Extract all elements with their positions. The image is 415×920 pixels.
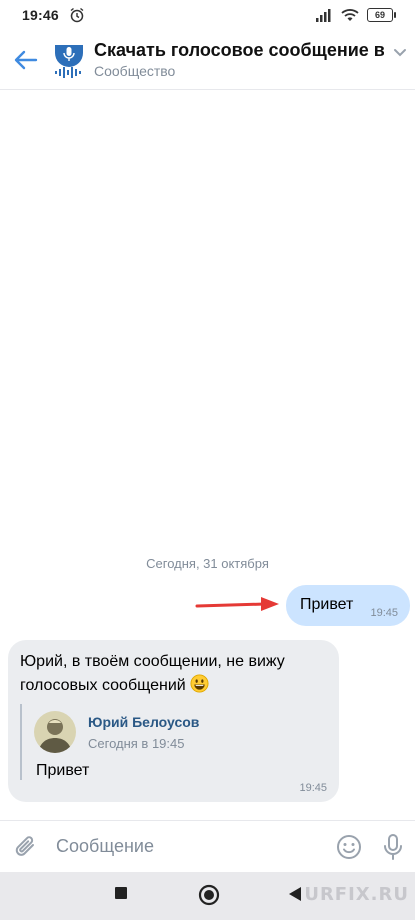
microphone-icon [384, 833, 402, 860]
home-icon[interactable] [198, 884, 220, 906]
outgoing-message[interactable]: Привет 19:45 [286, 585, 410, 626]
system-nav-bar: URFIX.RU [0, 872, 415, 920]
voice-record-button[interactable] [371, 821, 415, 873]
smiley-emoji-icon [190, 674, 209, 693]
incoming-message-body: Юрий, в твоём сообщении, не вижу голосов… [20, 650, 330, 698]
forwarded-author[interactable]: Юрий Белоусов [88, 714, 199, 730]
community-avatar[interactable] [52, 41, 86, 79]
incoming-message[interactable]: Юрий, в твоём сообщении, не вижу голосов… [8, 640, 339, 802]
message-input[interactable] [52, 836, 327, 857]
forwarded-text: Привет [36, 762, 90, 779]
arrow-right-icon [195, 597, 279, 611]
incoming-message-time: 19:45 [299, 782, 327, 794]
paperclip-icon [15, 835, 34, 856]
status-icons: 69 [315, 8, 396, 22]
back-button[interactable] [0, 30, 52, 90]
recent-apps-icon[interactable] [114, 886, 128, 900]
chat-screen: 19:46 69 Скачать голосовое сообщение в..… [0, 0, 415, 920]
header-title-block[interactable]: Скачать голосовое сообщение в... Сообщес… [94, 40, 384, 79]
avatar[interactable] [34, 711, 76, 753]
chat-header: Скачать голосовое сообщение в... Сообщес… [0, 30, 415, 90]
emoji-button[interactable] [327, 821, 371, 873]
message-composer [0, 820, 415, 872]
chat-title: Скачать голосовое сообщение в... [94, 40, 384, 60]
chevron-down-icon[interactable] [393, 48, 407, 58]
alarm-icon [70, 7, 84, 23]
status-time: 19:46 [22, 7, 59, 23]
attach-button[interactable] [0, 821, 52, 873]
forwarded-message[interactable]: Юрий Белоусов Сегодня в 19:45 Привет [20, 704, 320, 780]
outgoing-message-text: Привет [300, 596, 354, 613]
status-bar: 19:46 69 [0, 0, 415, 30]
forwarded-date: Сегодня в 19:45 [88, 736, 185, 751]
wifi-icon [341, 9, 359, 21]
date-separator: Сегодня, 31 октября [146, 556, 269, 571]
watermark: URFIX.RU [304, 884, 409, 905]
back-nav-icon[interactable] [288, 886, 302, 902]
outgoing-message-time: 19:45 [370, 607, 398, 619]
incoming-message-text: Юрий, в твоём сообщении, не вижу голосов… [20, 653, 285, 694]
chat-subtitle: Сообщество [94, 63, 176, 79]
signal-icon [316, 9, 331, 22]
smile-icon [337, 834, 361, 859]
arrow-left-icon [14, 50, 38, 69]
battery-indicator: 69 [367, 8, 396, 22]
